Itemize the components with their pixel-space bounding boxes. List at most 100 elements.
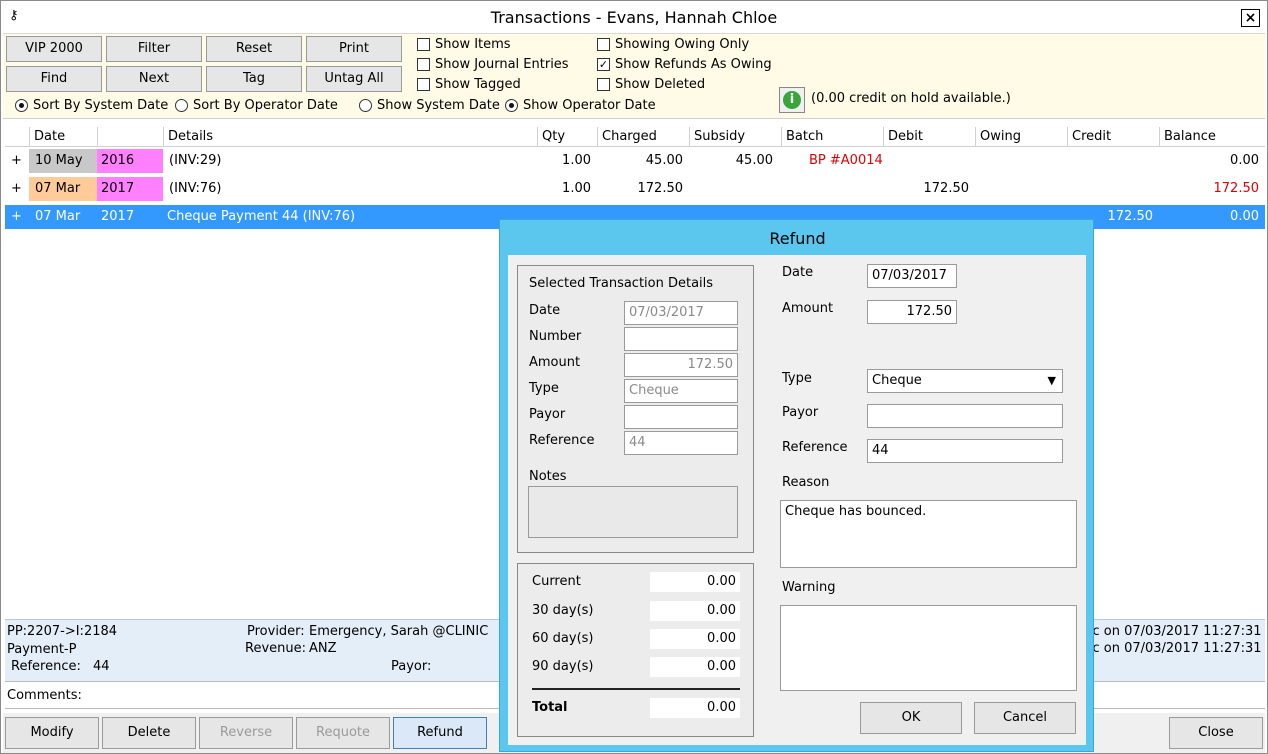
selected-number-label: Number: [529, 329, 582, 344]
column-header-credit[interactable]: Credit: [1067, 127, 1159, 147]
vip-2000-button[interactable]: VIP 2000: [6, 36, 102, 62]
row-balance: 0.00: [1230, 209, 1259, 224]
showing-owing-only-checkbox[interactable]: Showing Owing Only: [597, 37, 749, 52]
close-window-button[interactable]: ×: [1241, 9, 1260, 27]
column-header-date[interactable]: Date: [29, 127, 97, 147]
ageing-90-label: 90 day(s): [532, 659, 594, 674]
sort-by-operator-date-radio[interactable]: Sort By Operator Date: [175, 98, 338, 113]
selected-type-field: Cheque: [624, 379, 738, 403]
selected-reference-field: 44: [624, 431, 738, 455]
ageing-group: Current 0.00 30 day(s) 0.00 60 day(s) 0.…: [517, 563, 754, 737]
row-qty: 1.00: [562, 153, 591, 168]
refund-payor-label: Payor: [782, 405, 819, 420]
checkbox-label: Show Refunds As Owing: [615, 57, 772, 72]
show-operator-date-radio[interactable]: Show Operator Date: [505, 98, 656, 113]
column-header-balance[interactable]: Balance: [1159, 127, 1265, 147]
credit-info-button[interactable]: i: [779, 87, 805, 113]
modify-button[interactable]: Modify: [5, 717, 99, 749]
payor-label: Payor:: [391, 659, 432, 674]
refund-payor-field[interactable]: [867, 404, 1063, 428]
row-balance: 172.50: [1213, 181, 1260, 196]
ok-button[interactable]: OK: [860, 702, 962, 734]
row-subsidy: 45.00: [735, 153, 773, 168]
delete-button[interactable]: Delete: [102, 717, 196, 749]
checkbox-label: Showing Owing Only: [615, 37, 750, 52]
dialog-body: Selected Transaction Details Date 07/03/…: [508, 255, 1086, 745]
cancel-button[interactable]: Cancel: [974, 702, 1076, 734]
refund-amount-label: Amount: [782, 301, 834, 316]
checkbox-label: Show Tagged: [435, 77, 521, 92]
row-charged: 172.50: [637, 181, 684, 196]
provider-label: Provider:: [247, 624, 305, 639]
column-header-subsidy[interactable]: Subsidy: [689, 127, 781, 147]
refund-date-field[interactable]: 07/03/2017: [867, 264, 957, 288]
radio-dot: [175, 99, 188, 112]
expand-icon[interactable]: +: [11, 177, 27, 201]
row-balance: 0.00: [1230, 153, 1259, 168]
selected-amount-label: Amount: [529, 355, 581, 370]
show-journal-entries-checkbox[interactable]: Show Journal Entries: [417, 57, 569, 72]
radio-label: Show Operator Date: [523, 98, 656, 113]
row-charged: 45.00: [645, 153, 683, 168]
show-system-date-radio[interactable]: Show System Date: [359, 98, 500, 113]
row-details: Cheque Payment 44 (INV:76): [167, 209, 356, 224]
row-batch[interactable]: BP #A0014: [809, 149, 883, 173]
warning-label: Warning: [782, 580, 836, 595]
show-tagged-checkbox[interactable]: Show Tagged: [417, 77, 521, 92]
row-qty: 1.00: [562, 181, 591, 196]
reverse-button[interactable]: Reverse: [199, 717, 293, 749]
radio-label: Sort By Operator Date: [193, 98, 338, 113]
show-items-checkbox[interactable]: Show Items: [417, 37, 511, 52]
table-row[interactable]: + 07 Mar 2017 (INV:76) 1.00 172.50 172.5…: [5, 177, 1265, 201]
table-row[interactable]: + 10 May 2016 (INV:29) 1.00 45.00 45.00 …: [5, 149, 1265, 173]
radio-dot: [15, 99, 28, 112]
dialog-title: Refund: [769, 229, 826, 248]
notes-label: Notes: [529, 469, 567, 484]
window-title: Transactions - Evans, Hannah Chloe: [490, 8, 778, 27]
column-header-qty[interactable]: Qty: [537, 127, 597, 147]
refund-type-select[interactable]: Cheque ▼: [867, 369, 1063, 393]
show-deleted-checkbox[interactable]: Show Deleted: [597, 77, 705, 92]
print-button[interactable]: Print: [306, 36, 402, 62]
ageing-90-value: 0.00: [650, 657, 740, 677]
modified-timestamp: xc on 07/03/2017 11:27:31: [1085, 641, 1262, 656]
revenue-label: Revenue:: [245, 641, 306, 656]
find-button[interactable]: Find: [6, 66, 102, 92]
reason-textarea[interactable]: Cheque has bounced.: [780, 500, 1077, 568]
comments-label: Comments:: [7, 688, 82, 703]
close-button[interactable]: Close: [1169, 717, 1263, 749]
entered-timestamp: xc on 07/03/2017 11:27:31: [1085, 624, 1262, 639]
refund-amount-field[interactable]: 172.50: [867, 300, 957, 324]
refund-button[interactable]: Refund: [393, 717, 487, 749]
column-header-year[interactable]: [97, 127, 163, 147]
ageing-current-label: Current: [532, 574, 581, 589]
total-value: 0.00: [650, 698, 740, 718]
expand-icon[interactable]: +: [11, 205, 27, 229]
show-refunds-as-owing-checkbox[interactable]: ✓ Show Refunds As Owing: [597, 57, 772, 72]
column-header-debit[interactable]: Debit: [883, 127, 975, 147]
untag-all-button[interactable]: Untag All: [306, 66, 402, 92]
selected-amount-field: 172.50: [624, 353, 738, 377]
reset-button[interactable]: Reset: [206, 36, 302, 62]
column-header-details[interactable]: Details: [163, 127, 537, 147]
checkbox-box: [417, 78, 430, 91]
tag-button[interactable]: Tag: [206, 66, 302, 92]
checkbox-label: Show Deleted: [615, 77, 706, 92]
selected-date-field: 07/03/2017: [624, 301, 738, 325]
column-header-batch[interactable]: Batch: [781, 127, 883, 147]
row-day: 10 May: [29, 149, 97, 173]
total-divider: [532, 688, 740, 690]
refund-reference-field[interactable]: 44: [867, 439, 1063, 463]
next-button[interactable]: Next: [106, 66, 202, 92]
expand-icon[interactable]: +: [11, 149, 27, 173]
grid-header: Date Details Qty Charged Subsidy Batch D…: [5, 127, 1265, 147]
radio-label: Show System Date: [377, 98, 500, 113]
filter-button[interactable]: Filter: [106, 36, 202, 62]
sort-by-system-date-radio[interactable]: Sort By System Date: [15, 98, 168, 113]
column-header-owing[interactable]: Owing: [975, 127, 1067, 147]
reference-value: 44: [93, 659, 110, 674]
refund-dialog: Refund Selected Transaction Details Date…: [499, 219, 1094, 752]
requote-button[interactable]: Requote: [296, 717, 390, 749]
warning-textarea[interactable]: [780, 605, 1077, 691]
column-header-charged[interactable]: Charged: [597, 127, 689, 147]
